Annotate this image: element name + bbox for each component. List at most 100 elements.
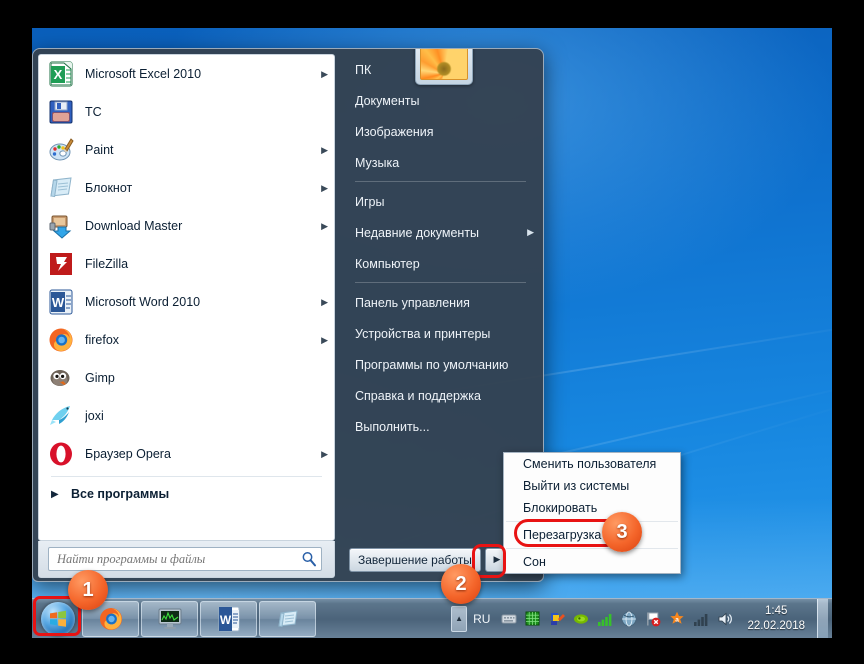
chevron-right-icon: ▶ (51, 489, 71, 500)
all-programs-item[interactable]: ▶ Все программы (39, 477, 334, 511)
windows-logo-icon (49, 610, 67, 628)
download-master-icon (48, 213, 74, 239)
program-item[interactable]: Браузер Opera▶ (39, 435, 334, 473)
power-menu-item[interactable]: Сон (504, 551, 680, 573)
program-item[interactable]: firefox▶ (39, 321, 334, 359)
globe-icon[interactable] (621, 611, 637, 627)
step-badge-1: 1 (68, 570, 108, 610)
taskbar-button-system-monitor[interactable] (141, 601, 198, 637)
chevron-right-icon: ▶ (318, 69, 328, 80)
places-item[interactable]: Недавние документы▶ (343, 217, 540, 248)
program-item[interactable]: Download Master▶ (39, 207, 334, 245)
places-item[interactable]: Программы по умолчанию (343, 349, 540, 380)
program-item[interactable]: joxi (39, 397, 334, 435)
keyboard-icon[interactable] (501, 611, 517, 627)
taskbar-button-notepad[interactable] (259, 601, 316, 637)
chevron-right-icon: ▶ (318, 335, 328, 346)
chevron-right-icon: ▶ (318, 145, 328, 156)
places-item[interactable]: Изображения (343, 116, 540, 147)
program-item-label: firefox (85, 333, 318, 347)
chevron-right-icon: ▶ (318, 221, 328, 232)
divider (506, 521, 678, 522)
clock-date: 22.02.2018 (747, 619, 805, 634)
signal-gray-icon[interactable] (693, 611, 709, 627)
search-icon[interactable] (301, 551, 317, 567)
chevron-up-icon: ▲ (455, 614, 463, 623)
places-item[interactable]: Компьютер (343, 248, 540, 279)
search-box[interactable] (48, 547, 322, 571)
word-icon: W (218, 606, 240, 632)
all-programs-label: Все программы (71, 487, 169, 501)
taskbar-button-word[interactable]: W (200, 601, 257, 637)
word-icon: W (48, 289, 74, 315)
signal-green-icon[interactable] (597, 611, 613, 627)
places-item[interactable]: Устройства и принтеры (343, 318, 540, 349)
green-grid-icon[interactable] (525, 611, 541, 627)
places-item[interactable]: Игры (343, 186, 540, 217)
power-menu-item[interactable]: Перезагрузка (504, 524, 680, 546)
power-menu-item-label: Блокировать (523, 501, 597, 515)
power-menu-item[interactable]: Выйти из системы (504, 475, 680, 497)
power-menu-item[interactable]: Блокировать (504, 497, 680, 519)
program-item[interactable]: TC (39, 93, 334, 131)
program-item-label: Блокнот (85, 181, 318, 195)
places-item[interactable]: Выполнить... (343, 411, 540, 442)
places-item-label: Игры (355, 195, 534, 209)
firefox-icon (48, 327, 74, 353)
places-item-label: Программы по умолчанию (355, 358, 534, 372)
avatar-image (420, 48, 468, 80)
places-item-label: Справка и поддержка (355, 389, 534, 403)
system-monitor-icon (157, 607, 183, 631)
start-menu-programs-panel: XMicrosoft Excel 2010▶TCPaint▶Блокнот▶Do… (38, 54, 335, 541)
step-badge-3: 3 (602, 512, 642, 552)
program-item-label: joxi (85, 409, 318, 423)
program-item[interactable]: X Microsoft Excel 2010▶ (39, 55, 334, 93)
power-menu-item-label: Сменить пользователя (523, 457, 656, 471)
program-item-label: FileZilla (85, 257, 318, 271)
power-options-menu: Сменить пользователя Выйти из системы Блок… (503, 452, 681, 574)
start-orb-ball (41, 602, 75, 636)
program-item[interactable]: WMicrosoft Word 2010▶ (39, 283, 334, 321)
places-item-label: Документы (355, 94, 534, 108)
paint-tray-icon[interactable] (549, 611, 565, 627)
search-input[interactable] (57, 552, 301, 567)
power-menu-item-label: Выйти из системы (523, 479, 629, 493)
program-item-label: Microsoft Excel 2010 (85, 67, 318, 81)
excel-icon: X (48, 61, 74, 87)
firefox-icon (98, 606, 124, 632)
chevron-right-icon: ▶ (493, 554, 500, 565)
flag-error-icon[interactable] (645, 611, 661, 627)
avatar[interactable] (415, 48, 473, 85)
clock-time: 1:45 (747, 604, 805, 619)
places-item[interactable]: Документы (343, 85, 540, 116)
svg-text:X: X (54, 67, 63, 82)
clock[interactable]: 1:45 22.02.2018 (747, 604, 805, 634)
language-indicator[interactable]: RU (473, 612, 490, 626)
places-item[interactable]: Панель управления (343, 287, 540, 318)
show-desktop-button[interactable] (817, 599, 828, 638)
notepad-icon (48, 175, 74, 201)
gimp-icon (48, 365, 74, 391)
nvidia-icon[interactable] (573, 611, 589, 627)
volume-icon[interactable] (717, 611, 733, 627)
start-orb[interactable] (35, 601, 80, 637)
power-menu-item[interactable]: Сменить пользователя (504, 453, 680, 475)
avast-icon[interactable]: a (669, 611, 685, 627)
joxi-icon (48, 403, 74, 429)
divider (355, 282, 526, 283)
screen: XMicrosoft Excel 2010▶TCPaint▶Блокнот▶Do… (0, 0, 864, 664)
tray-expander-button[interactable]: ▲ (451, 606, 467, 632)
places-item[interactable]: Музыка (343, 147, 540, 178)
places-item-label: Недавние документы (355, 226, 527, 240)
places-item-label: Музыка (355, 156, 534, 170)
program-item[interactable]: Gimp (39, 359, 334, 397)
filezilla-icon (48, 251, 74, 277)
program-item[interactable]: Блокнот▶ (39, 169, 334, 207)
taskbar: W ▲ RU (32, 598, 832, 638)
program-item[interactable]: FileZilla (39, 245, 334, 283)
chevron-right-icon: ▶ (527, 227, 534, 238)
places-item[interactable]: Справка и поддержка (343, 380, 540, 411)
program-item[interactable]: Paint▶ (39, 131, 334, 169)
program-item-label: Paint (85, 143, 318, 157)
program-item-label: Браузер Opera (85, 447, 318, 461)
